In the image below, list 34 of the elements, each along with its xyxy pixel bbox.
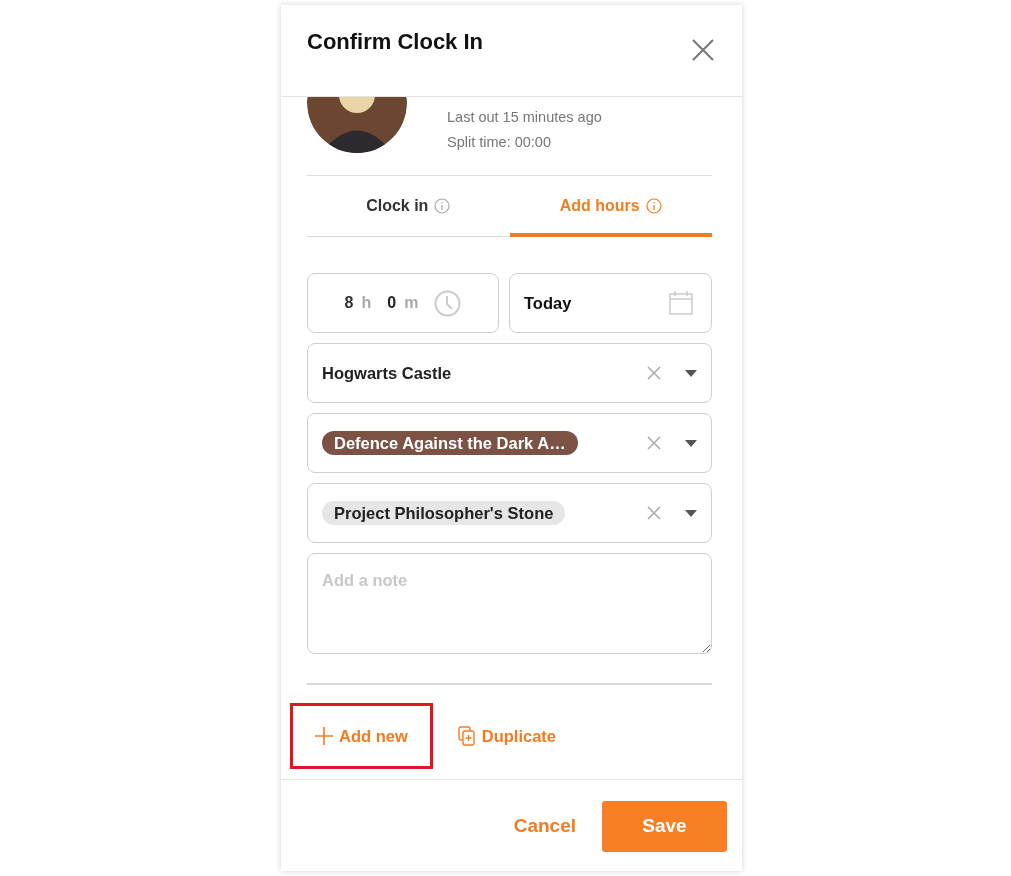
duration-field[interactable]: 8 h 0 m [307, 273, 499, 333]
clear-icon [647, 436, 661, 450]
calendar-icon [669, 291, 693, 315]
date-field[interactable]: Today [509, 273, 712, 333]
plus-icon [315, 727, 333, 745]
caret-icon[interactable] [685, 439, 697, 447]
duplicate-icon [457, 726, 476, 746]
select-field[interactable]: Project Philosopher's Stone [307, 483, 712, 543]
minutes-value: 0 [387, 293, 397, 313]
status-text: Last out 15 minutes ago [447, 108, 602, 127]
date-value: Today [524, 292, 573, 314]
clear-button[interactable] [647, 506, 661, 520]
select-value: Hogwarts Castle [322, 362, 453, 384]
hours-unit: h [361, 293, 372, 313]
tab[interactable]: Clock in [307, 176, 510, 237]
tag: Project Philosopher's Stone [322, 500, 566, 525]
close-button[interactable] [692, 39, 714, 61]
hours-value: 8 [344, 293, 354, 313]
clock-icon [434, 289, 462, 317]
clear-button[interactable] [647, 366, 661, 380]
tag: Defence Against the Dark A… [322, 430, 578, 455]
info-icon [645, 198, 662, 214]
clear-button[interactable] [647, 436, 661, 450]
caret-icon[interactable] [685, 509, 697, 517]
close-icon [692, 39, 714, 61]
clear-icon [647, 366, 661, 380]
select-field[interactable]: Defence Against the Dark A… [307, 413, 712, 473]
info-icon [434, 198, 451, 214]
minutes-unit: m [404, 293, 419, 313]
select-field[interactable]: Hogwarts Castle [307, 343, 712, 403]
clear-icon [647, 506, 661, 520]
status-text: Split time: 00:00 [447, 133, 552, 152]
dialog-title: Confirm Clock In [307, 29, 483, 56]
caret-icon[interactable] [685, 369, 697, 377]
